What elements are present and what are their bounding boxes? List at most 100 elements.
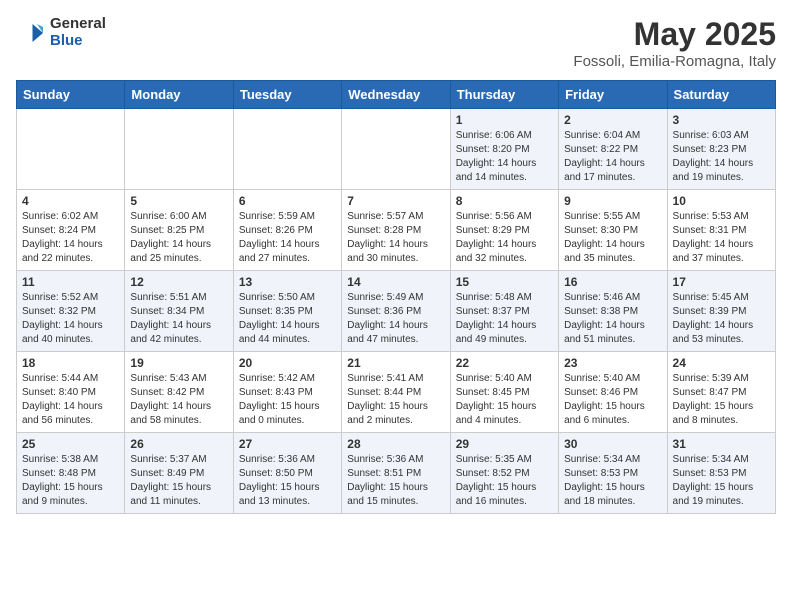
cell-content: Sunrise: 5:37 AM Sunset: 8:49 PM Dayligh…	[130, 453, 227, 509]
calendar-cell	[233, 109, 341, 190]
cell-content: Sunrise: 5:34 AM Sunset: 8:53 PM Dayligh…	[564, 453, 661, 509]
day-number: 23	[564, 356, 661, 370]
day-number: 11	[22, 275, 119, 289]
calendar-cell	[342, 109, 450, 190]
day-number: 10	[673, 194, 770, 208]
calendar-cell: 11Sunrise: 5:52 AM Sunset: 8:32 PM Dayli…	[17, 271, 125, 352]
calendar-cell: 4Sunrise: 6:02 AM Sunset: 8:24 PM Daylig…	[17, 190, 125, 271]
cell-content: Sunrise: 5:38 AM Sunset: 8:48 PM Dayligh…	[22, 453, 119, 509]
calendar-week-1: 1 Sunrise: 6:06 AM Sunset: 8:20 PM Daylig…	[17, 109, 776, 190]
day-number: 1	[456, 113, 553, 127]
day-number: 3	[673, 113, 770, 127]
logo-icon	[16, 18, 46, 48]
calendar-cell: 25 Sunrise: 5:38 AM Sunset: 8:48 PM Dayli…	[17, 433, 125, 514]
calendar-cell: 16Sunrise: 5:46 AM Sunset: 8:38 PM Dayli…	[559, 271, 667, 352]
cell-content: Sunrise: 5:35 AM Sunset: 8:52 PM Dayligh…	[456, 453, 553, 509]
day-header-tuesday: Tuesday	[233, 81, 341, 109]
calendar-week-3: 11Sunrise: 5:52 AM Sunset: 8:32 PM Dayli…	[17, 271, 776, 352]
day-number: 22	[456, 356, 553, 370]
calendar-cell: 6 Sunrise: 5:59 AM Sunset: 8:26 PM Daylig…	[233, 190, 341, 271]
calendar-cell: 3Sunrise: 6:03 AM Sunset: 8:23 PM Daylig…	[667, 109, 775, 190]
calendar-cell: 27 Sunrise: 5:36 AM Sunset: 8:50 PM Dayli…	[233, 433, 341, 514]
day-number: 26	[130, 437, 227, 451]
day-number: 4	[22, 194, 119, 208]
day-number: 16	[564, 275, 661, 289]
cell-content: Sunrise: 5:34 AM Sunset: 8:53 PM Dayligh…	[673, 453, 770, 509]
day-number: 12	[130, 275, 227, 289]
day-header-wednesday: Wednesday	[342, 81, 450, 109]
day-number: 27	[239, 437, 336, 451]
cell-content: Sunrise: 5:53 AM Sunset: 8:31 PM Dayligh…	[673, 210, 770, 266]
title-area: May 2025 Fossoli, Emilia-Romagna, Italy	[573, 16, 776, 70]
cell-content: Sunrise: 5:50 AM Sunset: 8:35 PM Dayligh…	[239, 291, 336, 347]
calendar-cell: 10 Sunrise: 5:53 AM Sunset: 8:31 PM Dayli…	[667, 190, 775, 271]
day-number: 24	[673, 356, 770, 370]
calendar-cell: 9 Sunrise: 5:55 AM Sunset: 8:30 PM Daylig…	[559, 190, 667, 271]
cell-content: Sunrise: 5:56 AM Sunset: 8:29 PM Dayligh…	[456, 210, 553, 266]
cell-content: Sunrise: 5:43 AM Sunset: 8:42 PM Dayligh…	[130, 372, 227, 428]
calendar-cell: 17 Sunrise: 5:45 AM Sunset: 8:39 PM Dayli…	[667, 271, 775, 352]
day-number: 31	[673, 437, 770, 451]
cell-content: Sunrise: 6:06 AM Sunset: 8:20 PM Dayligh…	[456, 129, 553, 185]
day-number: 30	[564, 437, 661, 451]
day-number: 19	[130, 356, 227, 370]
logo-text: General Blue	[50, 16, 106, 49]
calendar-cell: 26 Sunrise: 5:37 AM Sunset: 8:49 PM Dayli…	[125, 433, 233, 514]
calendar-cell: 2 Sunrise: 6:04 AM Sunset: 8:22 PM Daylig…	[559, 109, 667, 190]
logo: General Blue	[16, 16, 106, 49]
calendar-cell: 21 Sunrise: 5:41 AM Sunset: 8:44 PM Dayli…	[342, 352, 450, 433]
calendar-cell: 24Sunrise: 5:39 AM Sunset: 8:47 PM Dayli…	[667, 352, 775, 433]
calendar-week-4: 18 Sunrise: 5:44 AM Sunset: 8:40 PM Dayli…	[17, 352, 776, 433]
cell-content: Sunrise: 5:55 AM Sunset: 8:30 PM Dayligh…	[564, 210, 661, 266]
day-number: 13	[239, 275, 336, 289]
cell-content: Sunrise: 5:45 AM Sunset: 8:39 PM Dayligh…	[673, 291, 770, 347]
cell-content: Sunrise: 5:57 AM Sunset: 8:28 PM Dayligh…	[347, 210, 444, 266]
calendar-table: SundayMondayTuesdayWednesdayThursdayFrid…	[16, 80, 776, 514]
day-number: 6	[239, 194, 336, 208]
day-number: 17	[673, 275, 770, 289]
cell-content: Sunrise: 5:44 AM Sunset: 8:40 PM Dayligh…	[22, 372, 119, 428]
day-number: 2	[564, 113, 661, 127]
calendar-cell	[17, 109, 125, 190]
day-number: 21	[347, 356, 444, 370]
cell-content: Sunrise: 5:41 AM Sunset: 8:44 PM Dayligh…	[347, 372, 444, 428]
day-number: 20	[239, 356, 336, 370]
cell-content: Sunrise: 5:42 AM Sunset: 8:43 PM Dayligh…	[239, 372, 336, 428]
calendar-cell: 12 Sunrise: 5:51 AM Sunset: 8:34 PM Dayli…	[125, 271, 233, 352]
day-number: 28	[347, 437, 444, 451]
days-of-week-row: SundayMondayTuesdayWednesdayThursdayFrid…	[17, 81, 776, 109]
day-number: 18	[22, 356, 119, 370]
month-year-title: May 2025	[573, 16, 776, 53]
cell-content: Sunrise: 5:40 AM Sunset: 8:46 PM Dayligh…	[564, 372, 661, 428]
day-number: 14	[347, 275, 444, 289]
day-number: 25	[22, 437, 119, 451]
calendar-cell: 29 Sunrise: 5:35 AM Sunset: 8:52 PM Dayli…	[450, 433, 558, 514]
day-number: 9	[564, 194, 661, 208]
calendar-cell: 1 Sunrise: 6:06 AM Sunset: 8:20 PM Daylig…	[450, 109, 558, 190]
calendar-cell: 15Sunrise: 5:48 AM Sunset: 8:37 PM Dayli…	[450, 271, 558, 352]
calendar-cell: 30 Sunrise: 5:34 AM Sunset: 8:53 PM Dayli…	[559, 433, 667, 514]
calendar-cell: 5Sunrise: 6:00 AM Sunset: 8:25 PM Daylig…	[125, 190, 233, 271]
day-header-thursday: Thursday	[450, 81, 558, 109]
calendar-cell: 19 Sunrise: 5:43 AM Sunset: 8:42 PM Dayli…	[125, 352, 233, 433]
calendar-cell	[125, 109, 233, 190]
calendar-cell: 8 Sunrise: 5:56 AM Sunset: 8:29 PM Daylig…	[450, 190, 558, 271]
day-header-monday: Monday	[125, 81, 233, 109]
calendar-cell: 31 Sunrise: 5:34 AM Sunset: 8:53 PM Dayli…	[667, 433, 775, 514]
calendar-header: SundayMondayTuesdayWednesdayThursdayFrid…	[17, 81, 776, 109]
cell-content: Sunrise: 5:51 AM Sunset: 8:34 PM Dayligh…	[130, 291, 227, 347]
cell-content: Sunrise: 5:59 AM Sunset: 8:26 PM Dayligh…	[239, 210, 336, 266]
calendar-week-5: 25 Sunrise: 5:38 AM Sunset: 8:48 PM Dayli…	[17, 433, 776, 514]
cell-content: Sunrise: 5:36 AM Sunset: 8:50 PM Dayligh…	[239, 453, 336, 509]
cell-content: Sunrise: 6:04 AM Sunset: 8:22 PM Dayligh…	[564, 129, 661, 185]
calendar-cell: 18 Sunrise: 5:44 AM Sunset: 8:40 PM Dayli…	[17, 352, 125, 433]
header: General Blue May 2025 Fossoli, Emilia-Ro…	[16, 16, 776, 70]
calendar-cell: 23 Sunrise: 5:40 AM Sunset: 8:46 PM Dayli…	[559, 352, 667, 433]
day-number: 29	[456, 437, 553, 451]
calendar-cell: 14Sunrise: 5:49 AM Sunset: 8:36 PM Dayli…	[342, 271, 450, 352]
day-number: 8	[456, 194, 553, 208]
cell-content: Sunrise: 5:48 AM Sunset: 8:37 PM Dayligh…	[456, 291, 553, 347]
logo-general-text: General	[50, 16, 106, 33]
cell-content: Sunrise: 6:00 AM Sunset: 8:25 PM Dayligh…	[130, 210, 227, 266]
day-header-friday: Friday	[559, 81, 667, 109]
